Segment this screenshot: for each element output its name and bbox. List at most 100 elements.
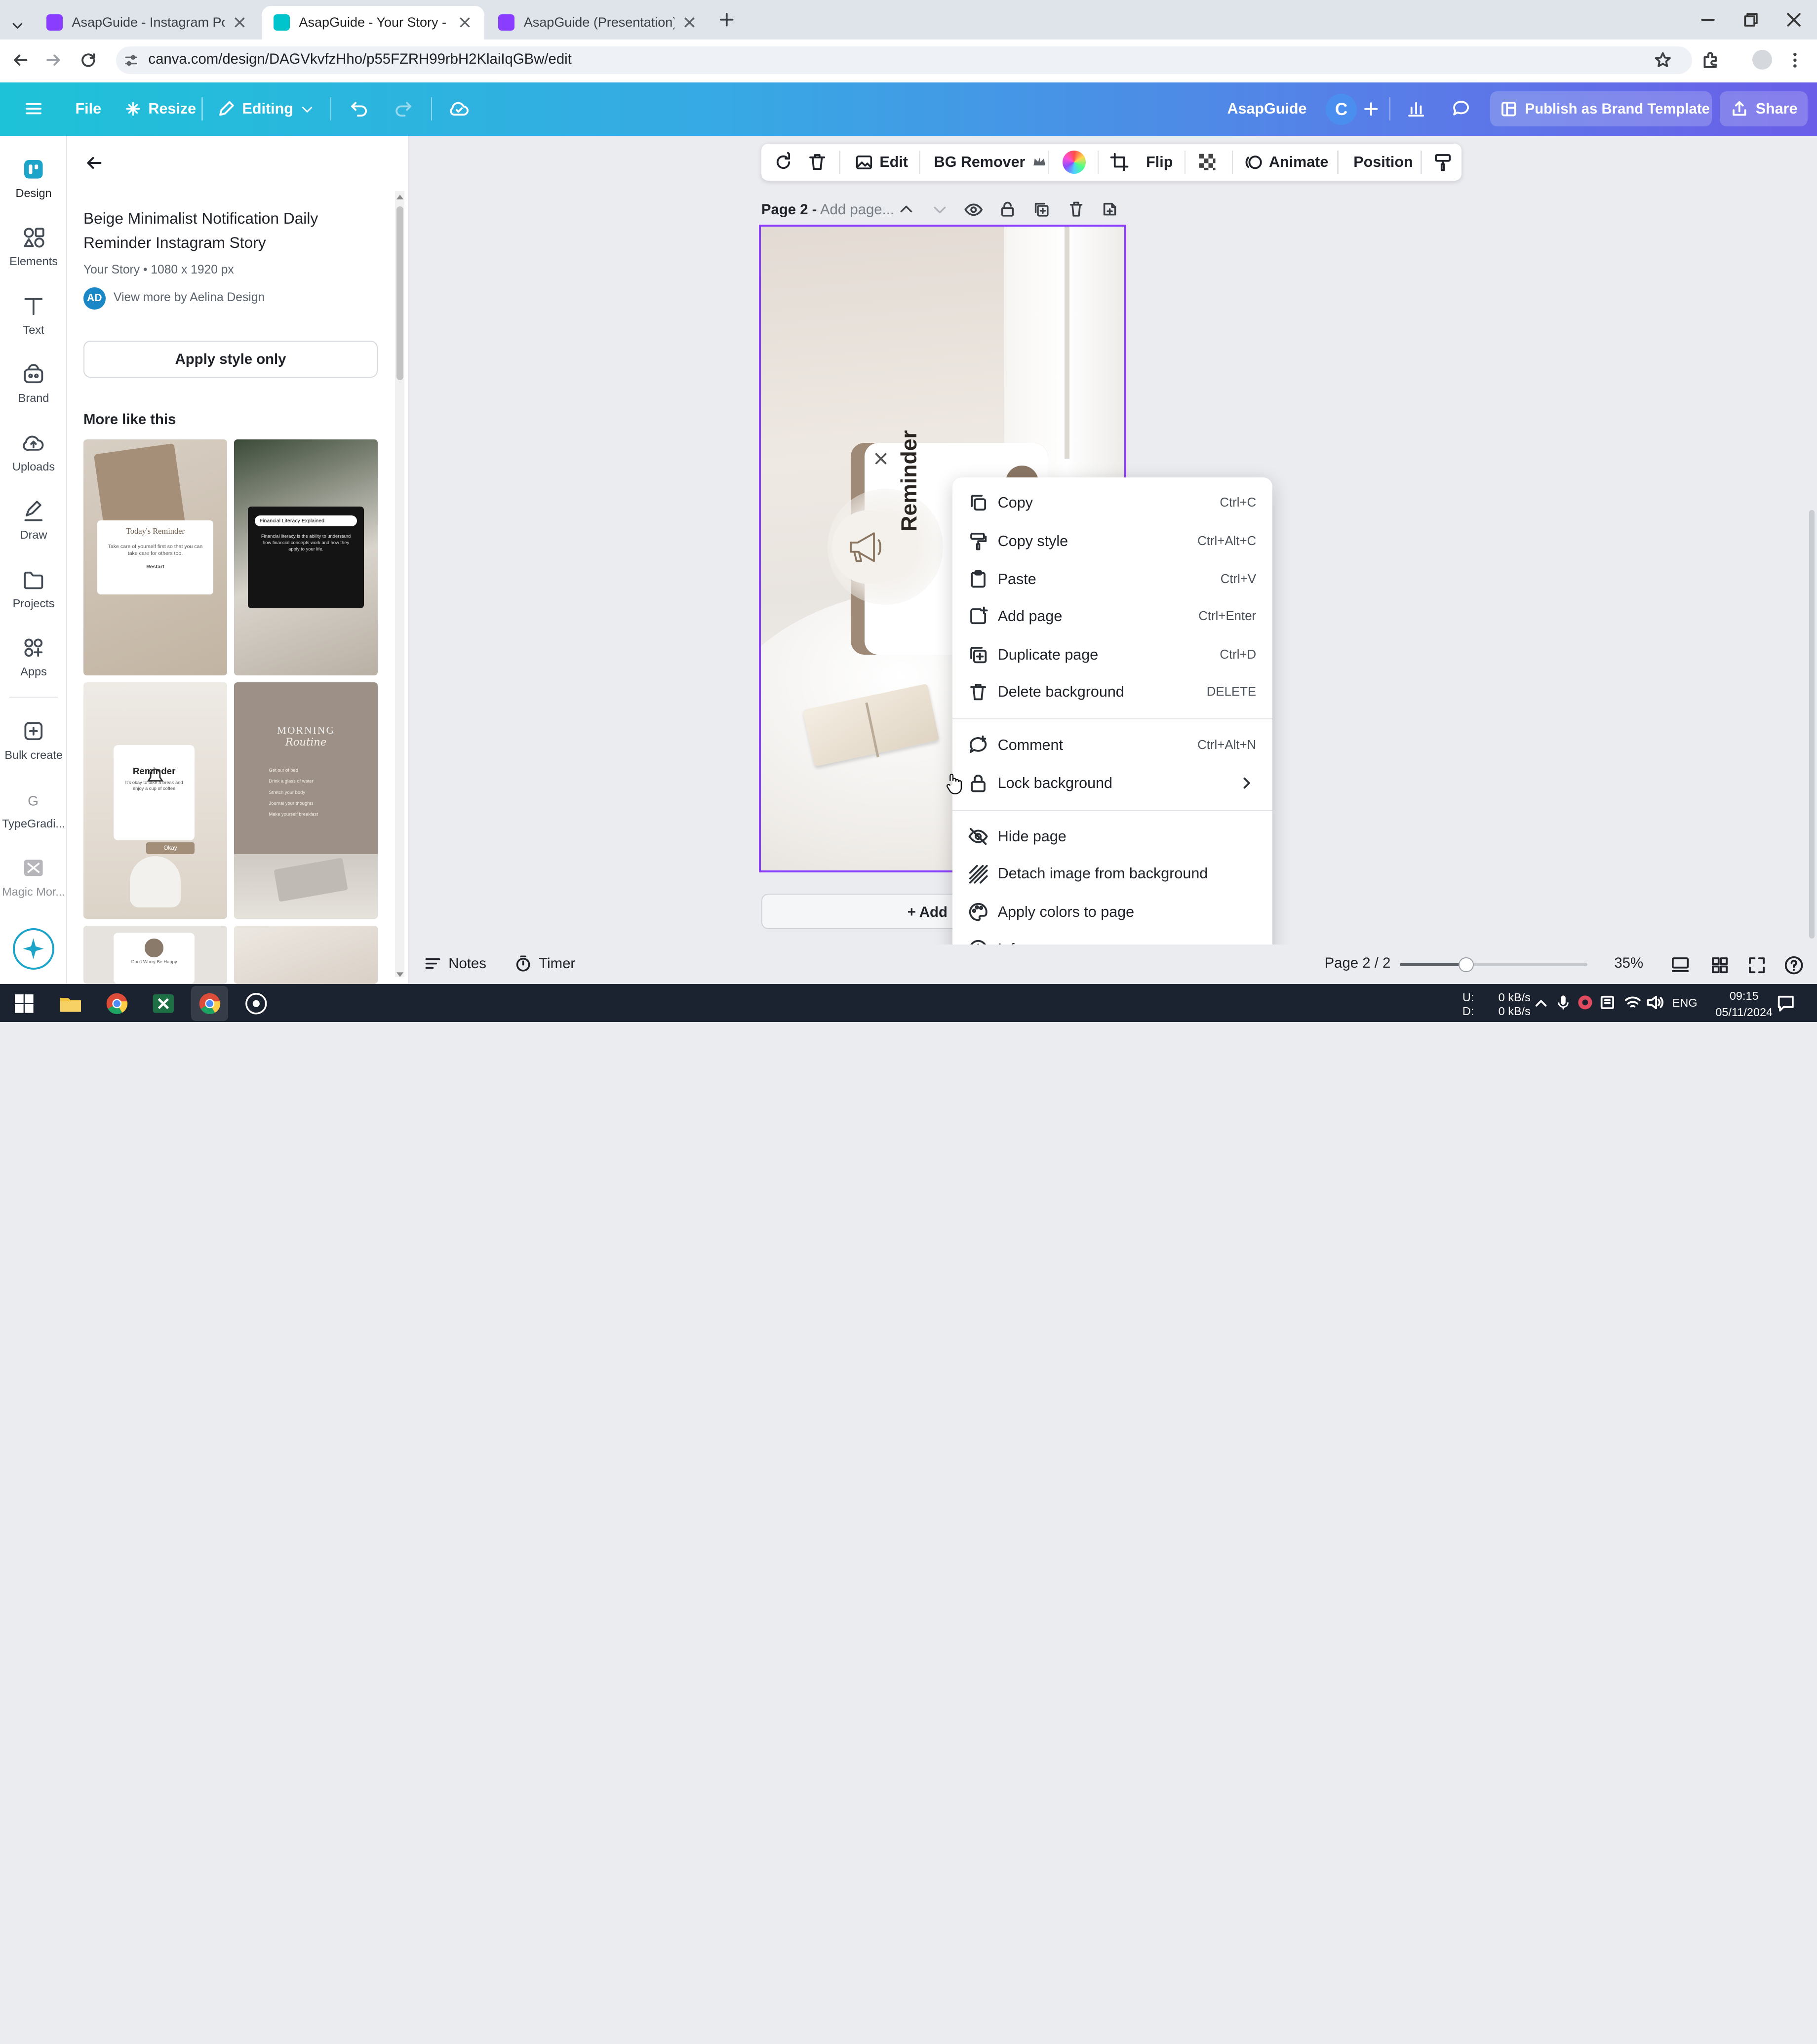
menu-item-comment[interactable]: Comment Ctrl+Alt+N — [952, 728, 1272, 762]
fullscreen-icon[interactable] — [1746, 955, 1767, 976]
undo-icon[interactable] — [349, 98, 369, 119]
bookmark-star-icon[interactable] — [1654, 51, 1672, 70]
clock-date[interactable]: 05/11/2024 — [1706, 1006, 1782, 1019]
notification-center-icon[interactable] — [1777, 994, 1795, 1012]
profile-avatar[interactable] — [1752, 49, 1772, 70]
trash-icon[interactable] — [807, 152, 828, 172]
menu-item-hide-page[interactable]: Hide page — [952, 819, 1272, 854]
publish-brand-template[interactable]: Publish as Brand Template — [1500, 96, 1710, 122]
rail-item-uploads[interactable]: Uploads — [0, 430, 67, 473]
menu-item-lock-background[interactable]: Lock background — [952, 766, 1272, 800]
browser-tab[interactable]: AsapGuide - Instagram Post — [35, 6, 259, 39]
bg-remover-button[interactable]: BG Remover — [934, 153, 1046, 172]
page-header[interactable]: Page 2 - Add page... — [761, 201, 894, 218]
menu-item-duplicate-page[interactable]: Duplicate page Ctrl+D — [952, 637, 1272, 672]
rail-item-projects[interactable]: Projects — [0, 567, 67, 610]
position-button[interactable]: Position — [1353, 153, 1413, 172]
excel-icon[interactable] — [151, 991, 176, 1017]
cloud-saved-icon[interactable] — [447, 97, 471, 120]
scroll-down-arrow-icon[interactable] — [396, 971, 403, 978]
template-thumbnail[interactable]: Financial Literacy Explained Financial l… — [234, 439, 378, 676]
rail-item-apps[interactable]: Apps — [0, 635, 67, 678]
crop-icon[interactable] — [1109, 152, 1130, 172]
magic-assistant-button[interactable] — [12, 928, 55, 970]
scroll-up-arrow-icon[interactable] — [396, 194, 403, 200]
browser-tab-active[interactable]: AsapGuide - Your Story - Canva — [262, 5, 485, 39]
editing-mode-dropdown[interactable]: Editing — [217, 96, 321, 122]
invite-plus-icon[interactable] — [1362, 100, 1381, 118]
lock-icon[interactable] — [999, 200, 1016, 218]
menu-item-add-page[interactable]: Add page Ctrl+Enter — [952, 599, 1272, 633]
notes-button[interactable]: Notes — [424, 955, 486, 972]
app-tray-icon[interactable] — [1599, 994, 1616, 1011]
file-explorer-icon[interactable] — [58, 991, 83, 1017]
wifi-icon[interactable] — [1623, 994, 1642, 1011]
hide-eye-icon[interactable] — [964, 200, 983, 219]
panel-scrollbar-thumb[interactable] — [396, 206, 403, 380]
new-tab-plus-icon[interactable] — [717, 10, 736, 29]
close-icon[interactable] — [681, 14, 698, 31]
page-title-placeholder[interactable]: Add page... — [820, 201, 894, 218]
chevron-down-icon[interactable] — [932, 201, 948, 218]
copy-style-roller-icon[interactable] — [1432, 152, 1453, 172]
rail-item-magic-morph[interactable]: Magic Mor... — [0, 855, 67, 899]
comment-icon[interactable] — [1451, 98, 1471, 119]
screen-recorder-icon[interactable] — [243, 991, 269, 1017]
hamburger-menu-icon[interactable] — [23, 98, 44, 119]
rail-item-text[interactable]: Text — [0, 293, 67, 337]
insights-chart-icon[interactable] — [1406, 98, 1426, 119]
help-question-icon[interactable] — [1783, 955, 1804, 976]
color-wheel-icon[interactable] — [1063, 151, 1086, 174]
rail-item-typegradient[interactable]: G TypeGradi... — [0, 787, 67, 830]
url-text[interactable]: canva.com/design/DAGVkvfzHho/p55FZRH99rb… — [148, 51, 571, 68]
extensions-icon[interactable] — [1701, 50, 1721, 70]
team-name[interactable]: AsapGuide — [1227, 96, 1306, 122]
transparency-checker-icon[interactable] — [1197, 152, 1218, 172]
restore-icon[interactable] — [1740, 9, 1761, 30]
page-indicator[interactable]: Page 2 / 2 — [1325, 955, 1391, 972]
site-info-icon[interactable] — [123, 52, 139, 69]
back-arrow-icon[interactable] — [84, 153, 104, 173]
delete-page-icon[interactable] — [1067, 200, 1085, 218]
chrome-icon[interactable] — [104, 991, 130, 1017]
menu-item-copy-style[interactable]: Copy style Ctrl+Alt+C — [952, 524, 1272, 558]
window-close-icon[interactable] — [1783, 9, 1804, 30]
template-thumbnail[interactable]: Don't Worry Be Happy — [83, 926, 227, 984]
template-thumbnail[interactable] — [234, 926, 378, 984]
zoom-slider-handle[interactable] — [1459, 957, 1474, 973]
replace-refresh-icon[interactable] — [772, 151, 795, 174]
rail-item-draw[interactable]: Draw — [0, 498, 67, 542]
redo-icon[interactable] — [393, 98, 414, 119]
chevron-up-icon[interactable] — [898, 201, 914, 218]
resize-button[interactable]: Resize — [125, 96, 196, 122]
menu-item-delete-background[interactable]: Delete background DELETE — [952, 674, 1272, 709]
clock-time[interactable]: 09:15 — [1719, 989, 1770, 1003]
back-arrow-icon[interactable] — [11, 51, 30, 70]
flip-button[interactable]: Flip — [1146, 153, 1173, 172]
canvas-scrollbar-thumb[interactable] — [1809, 510, 1815, 939]
language-indicator[interactable]: ENG — [1672, 996, 1698, 1010]
microphone-icon[interactable] — [1556, 994, 1570, 1011]
close-icon[interactable] — [457, 14, 473, 31]
add-page-icon[interactable] — [1101, 200, 1118, 218]
menu-item-copy[interactable]: Copy Ctrl+C — [952, 485, 1272, 520]
template-thumbnail[interactable]: MORNING Routine Get out of bed Drink a g… — [234, 682, 378, 919]
close-icon[interactable] — [232, 14, 248, 31]
tray-overflow-chevron-icon[interactable] — [1534, 996, 1548, 1010]
author-link[interactable]: View more by Aelina Design — [114, 291, 265, 305]
zoom-level[interactable]: 35% — [1614, 955, 1643, 972]
timer-button[interactable]: Timer — [514, 955, 575, 972]
apply-style-only-button[interactable]: Apply style only — [83, 341, 378, 378]
rail-item-design[interactable]: Design — [0, 157, 67, 200]
browser-menu-icon[interactable] — [1790, 51, 1800, 70]
minimize-icon[interactable] — [1698, 9, 1718, 30]
rail-item-brand[interactable]: Brand — [0, 361, 67, 405]
menu-item-paste[interactable]: Paste Ctrl+V — [952, 562, 1272, 596]
speaker-volume-icon[interactable] — [1646, 994, 1664, 1011]
tab-search-button[interactable] — [0, 9, 35, 43]
forward-arrow-icon[interactable] — [44, 51, 63, 70]
browser-tab[interactable]: AsapGuide (Presentation) - Pre — [487, 6, 710, 39]
page-view-icon[interactable] — [1670, 955, 1691, 976]
menu-item-apply-colors[interactable]: Apply colors to page — [952, 895, 1272, 929]
template-thumbnail[interactable]: Today's Reminder Take care of yourself f… — [83, 439, 227, 676]
